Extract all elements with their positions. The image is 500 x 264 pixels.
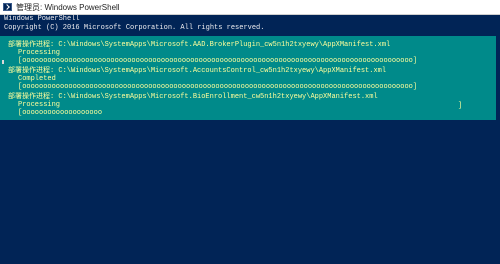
- progress-status: Completed: [18, 75, 56, 83]
- powershell-window: 管理员: Windows PowerShell Windows PowerShe…: [0, 0, 500, 264]
- window-title: 管理员: Windows PowerShell: [16, 3, 120, 12]
- console-header-line: Copyright (C) 2016 Microsoft Corporation…: [4, 24, 265, 32]
- progress-status: Processing: [18, 101, 61, 109]
- progress-activity-title: 部署操作进程: C:\Windows\SystemApps\Microsoft.…: [8, 41, 391, 49]
- vertical-scrollbar[interactable]: [496, 15, 500, 264]
- progress-panel: 部署操作进程: C:\Windows\SystemApps\Microsoft.…: [0, 36, 500, 120]
- progress-bar: [ooooooooooooooooooooooooooooooooooooooo…: [18, 83, 418, 91]
- title-bar[interactable]: 管理员: Windows PowerShell: [0, 0, 500, 15]
- progress-bar: [ooooooooooooooooooo: [18, 109, 103, 117]
- powershell-icon: [3, 3, 12, 11]
- progress-bar-end: ]: [458, 102, 463, 110]
- progress-status: Processing: [18, 49, 61, 57]
- text-cursor: [2, 60, 4, 64]
- progress-activity-title: 部署操作进程: C:\Windows\SystemApps\Microsoft.…: [8, 93, 378, 101]
- progress-activity-title: 部署操作进程: C:\Windows\SystemApps\Microsoft.…: [8, 67, 387, 75]
- console-header-line: Windows PowerShell: [4, 15, 80, 23]
- progress-bar: [ooooooooooooooooooooooooooooooooooooooo…: [18, 57, 418, 65]
